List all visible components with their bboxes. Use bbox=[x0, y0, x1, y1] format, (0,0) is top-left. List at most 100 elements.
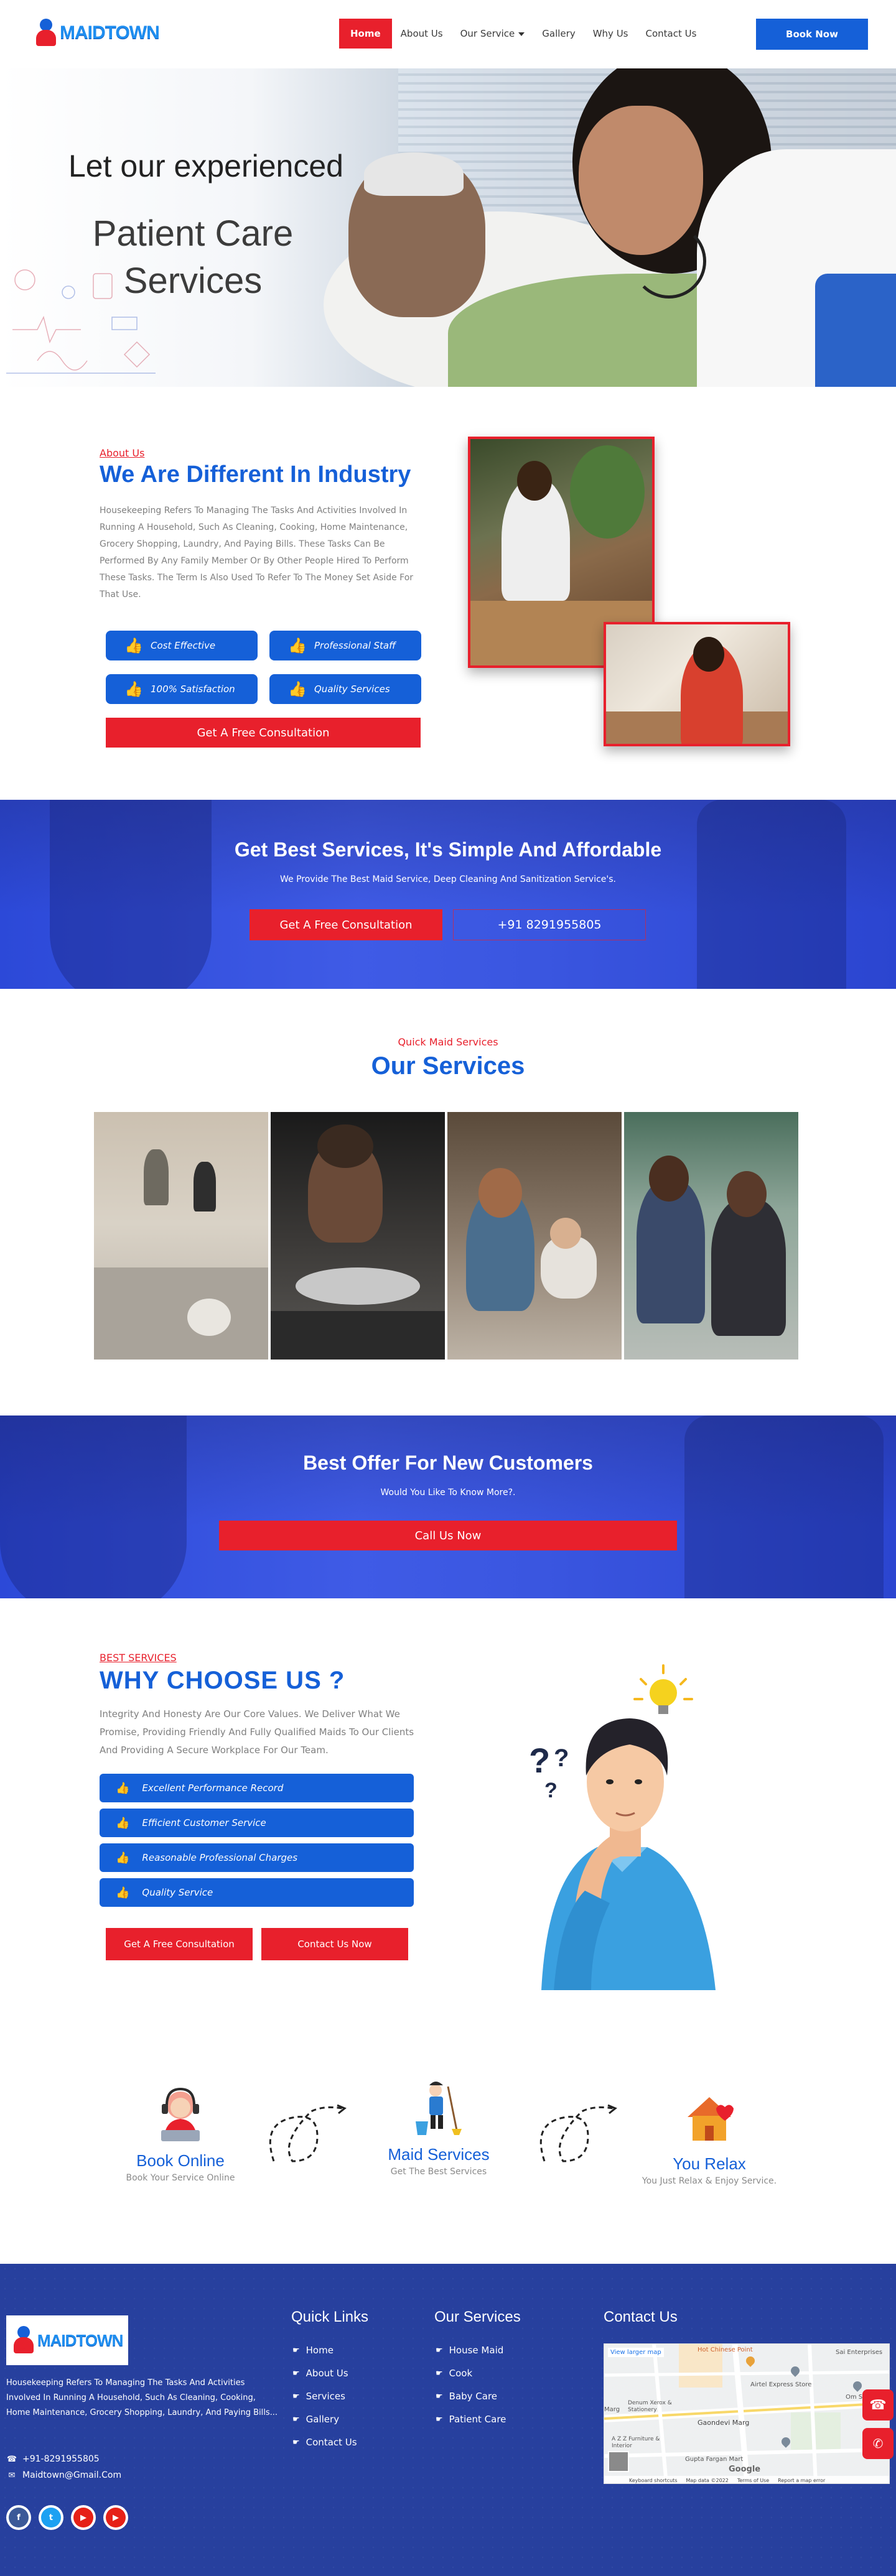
footer-email[interactable]: ✉ Maidtown@Gmail.Com bbox=[6, 2470, 122, 2480]
footer-link-label: Gallery bbox=[306, 2414, 340, 2425]
banner1-title: Get Best Services, It's Simple And Affor… bbox=[234, 838, 662, 861]
banner1-consultation-button[interactable]: Get A Free Consultation bbox=[250, 909, 442, 940]
banner1-phone-button[interactable]: +91 8291955805 bbox=[453, 909, 646, 940]
floating-whatsapp-button[interactable]: ✆ bbox=[862, 2428, 894, 2459]
step-maid-services: Maid Services Get The Best Services bbox=[364, 2080, 513, 2177]
footer-link-about[interactable]: ☛ About Us bbox=[292, 2368, 348, 2379]
svg-text:?: ? bbox=[529, 1741, 550, 1780]
logo-mark-icon bbox=[14, 2326, 35, 2355]
logo-text: MAIDTOWN bbox=[60, 22, 160, 43]
banner2-title: Best Offer For New Customers bbox=[303, 1452, 593, 1474]
footer-service-label: Cook bbox=[449, 2368, 473, 2379]
footer-link-home[interactable]: ☛ Home bbox=[292, 2345, 334, 2356]
our-services-heading: Our Services bbox=[434, 2309, 521, 2325]
logo[interactable]: MAIDTOWN bbox=[36, 14, 161, 52]
service-image-cook[interactable] bbox=[271, 1112, 446, 1360]
map-roads bbox=[604, 2344, 889, 2483]
footer-logo[interactable]: MAIDTOWN bbox=[6, 2315, 128, 2365]
youtube-link-2[interactable]: ▶ bbox=[103, 2505, 128, 2530]
embedded-map[interactable]: View larger map Hot Chinese Point Sai En… bbox=[604, 2343, 890, 2484]
nav-contact-us[interactable]: Contact Us bbox=[637, 19, 706, 49]
footer-link-services[interactable]: ☛ Services bbox=[292, 2391, 345, 2402]
hand-pointer-icon: ☛ bbox=[292, 2437, 300, 2447]
hero-nurse-scrub bbox=[815, 274, 896, 387]
footer-service-cook[interactable]: ☛ Cook bbox=[436, 2368, 472, 2379]
thinking-man-illustration: ? ? ? bbox=[529, 1664, 716, 1990]
call-us-now-button[interactable]: Call Us Now bbox=[219, 1521, 677, 1550]
contact-us-heading: Contact Us bbox=[604, 2309, 678, 2325]
cta-banner-offer: Best Offer For New Customers Would You L… bbox=[0, 1415, 896, 1598]
about-section: About Us We Are Different In Industry Ho… bbox=[0, 387, 896, 800]
thumbs-up-icon: 👍 bbox=[124, 637, 143, 654]
footer-phone-text: +91-8291955805 bbox=[22, 2454, 100, 2464]
footer-service-house-maid[interactable]: ☛ House Maid bbox=[436, 2345, 503, 2356]
footer-link-label: Contact Us bbox=[306, 2437, 357, 2448]
dashed-arrow-icon bbox=[539, 2104, 617, 2162]
why-body: Integrity And Honesty Are Our Core Value… bbox=[100, 1708, 414, 1756]
stethoscope-icon bbox=[632, 224, 706, 299]
why-item-label: Reasonable Professional Charges bbox=[142, 1852, 298, 1863]
map-place: Airtel Express Store bbox=[750, 2381, 812, 2388]
book-now-button[interactable]: Book Now bbox=[756, 19, 868, 50]
youtube-icon: ▶ bbox=[73, 2508, 93, 2527]
thumbs-up-icon: 👍 bbox=[124, 680, 143, 698]
footer-service-patient-care[interactable]: ☛ Patient Care bbox=[436, 2414, 506, 2425]
footer-about: Housekeeping Refers To Managing The Task… bbox=[6, 2378, 278, 2417]
floating-phone-button[interactable]: ☎ bbox=[862, 2389, 894, 2421]
hand-pointer-icon: ☛ bbox=[292, 2368, 300, 2378]
footer-service-label: House Maid bbox=[449, 2345, 504, 2356]
why-eyebrow: BEST SERVICES bbox=[100, 1652, 177, 1664]
whatsapp-icon: ✆ bbox=[872, 2436, 884, 2451]
map-footer-item[interactable]: Terms of Use bbox=[737, 2478, 769, 2483]
quick-links-heading: Quick Links bbox=[291, 2309, 369, 2325]
twitter-link[interactable]: t bbox=[39, 2505, 63, 2530]
step-desc: You Just Relax & Enjoy Service. bbox=[642, 2176, 777, 2186]
customer-support-icon bbox=[161, 2087, 200, 2141]
banner1-subtitle: We Provide The Best Maid Service, Deep C… bbox=[280, 874, 616, 884]
footer-service-label: Patient Care bbox=[449, 2414, 506, 2425]
hand-pointer-icon: ☛ bbox=[436, 2414, 443, 2424]
facebook-link[interactable]: f bbox=[6, 2505, 31, 2530]
why-item-label: Quality Service bbox=[142, 1887, 213, 1898]
footer-phone[interactable]: ☎ +91-8291955805 bbox=[6, 2454, 100, 2464]
site-footer: MAIDTOWN Housekeeping Refers To Managing… bbox=[0, 2264, 896, 2576]
footer-link-contact[interactable]: ☛ Contact Us bbox=[292, 2437, 357, 2448]
hand-pointer-icon: ☛ bbox=[436, 2345, 443, 2355]
svg-text:?: ? bbox=[554, 1744, 569, 1772]
footer-service-baby-care[interactable]: ☛ Baby Care bbox=[436, 2391, 497, 2402]
map-footer-item[interactable]: Keyboard shortcuts bbox=[629, 2478, 677, 2483]
hero-subheading: Patient Care Services bbox=[92, 213, 294, 301]
thumbs-up-icon: 👍 bbox=[116, 1886, 130, 1899]
nav-our-service[interactable]: Our Service bbox=[452, 19, 534, 49]
map-brand: Google bbox=[729, 2465, 761, 2474]
page: MAIDTOWN Home About Us Our Service Galle… bbox=[0, 0, 896, 2576]
map-place: Sai Enterprises bbox=[836, 2349, 883, 2356]
step-book-online: Book Online Book Your Service Online bbox=[106, 2087, 255, 2183]
light-bulb-icon bbox=[633, 1664, 693, 1714]
step-title: Maid Services bbox=[388, 2145, 490, 2164]
banner-shade bbox=[0, 800, 896, 989]
feature-label: Cost Effective bbox=[151, 640, 216, 651]
nav-gallery[interactable]: Gallery bbox=[533, 19, 584, 49]
free-consultation-button[interactable]: Get A Free Consultation bbox=[106, 718, 421, 748]
nav-about-us[interactable]: About Us bbox=[392, 19, 452, 49]
thumbs-up-icon: 👍 bbox=[116, 1816, 130, 1830]
map-footer-item[interactable]: Report a map error bbox=[778, 2478, 825, 2483]
footer-service-label: Baby Care bbox=[449, 2391, 498, 2402]
logo-mark-icon bbox=[36, 19, 57, 47]
service-image-baby-care[interactable] bbox=[447, 1112, 623, 1360]
hand-pointer-icon: ☛ bbox=[292, 2391, 300, 2401]
nav-why-us[interactable]: Why Us bbox=[584, 19, 637, 49]
service-image-house-maid[interactable] bbox=[94, 1112, 269, 1360]
contact-us-now-button[interactable]: Contact Us Now bbox=[261, 1928, 408, 1960]
youtube-link[interactable]: ▶ bbox=[71, 2505, 96, 2530]
nav-home[interactable]: Home bbox=[339, 19, 392, 49]
footer-logo-text: MAIDTOWN bbox=[37, 2330, 123, 2350]
service-image-patient-care[interactable] bbox=[624, 1112, 800, 1360]
map-view-larger-link[interactable]: View larger map bbox=[608, 2348, 664, 2357]
footer-link-gallery[interactable]: ☛ Gallery bbox=[292, 2414, 339, 2425]
thumbs-up-icon: 👍 bbox=[288, 680, 307, 698]
about-photo-kitchen bbox=[604, 622, 790, 746]
map-street-view-thumbnail[interactable] bbox=[608, 2451, 629, 2472]
why-consultation-button[interactable]: Get A Free Consultation bbox=[106, 1928, 253, 1960]
